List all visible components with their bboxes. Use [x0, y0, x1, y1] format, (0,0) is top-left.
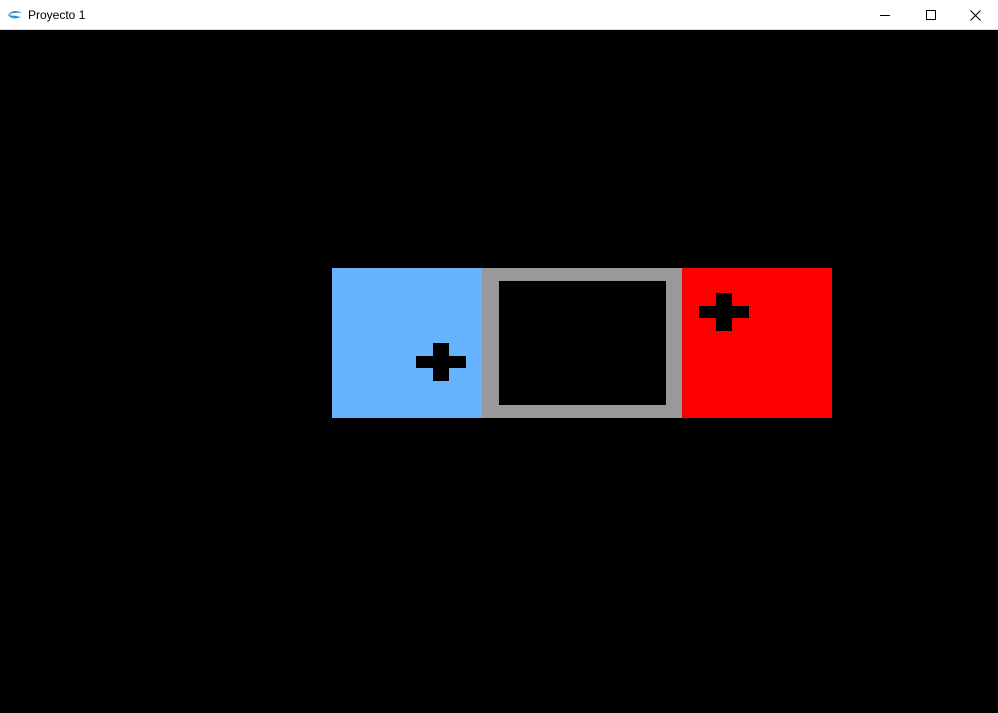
- app-logo-icon: [8, 10, 22, 19]
- close-icon: [969, 9, 981, 21]
- plus-icon: [416, 343, 466, 381]
- title-bar[interactable]: Proyecto 1: [0, 0, 998, 30]
- minimize-button[interactable]: [862, 0, 908, 30]
- minimize-icon: [880, 15, 890, 16]
- red-tile: [682, 268, 832, 418]
- plus-icon: [699, 293, 749, 331]
- frame-border: [482, 268, 682, 418]
- gray-frame: [482, 268, 682, 418]
- game-canvas[interactable]: [0, 30, 998, 713]
- maximize-button[interactable]: [908, 0, 954, 30]
- close-button[interactable]: [952, 0, 998, 30]
- app-window: Proyecto 1: [0, 0, 998, 713]
- blue-tile: [332, 268, 482, 418]
- window-title: Proyecto 1: [28, 8, 86, 22]
- maximize-icon: [926, 10, 936, 20]
